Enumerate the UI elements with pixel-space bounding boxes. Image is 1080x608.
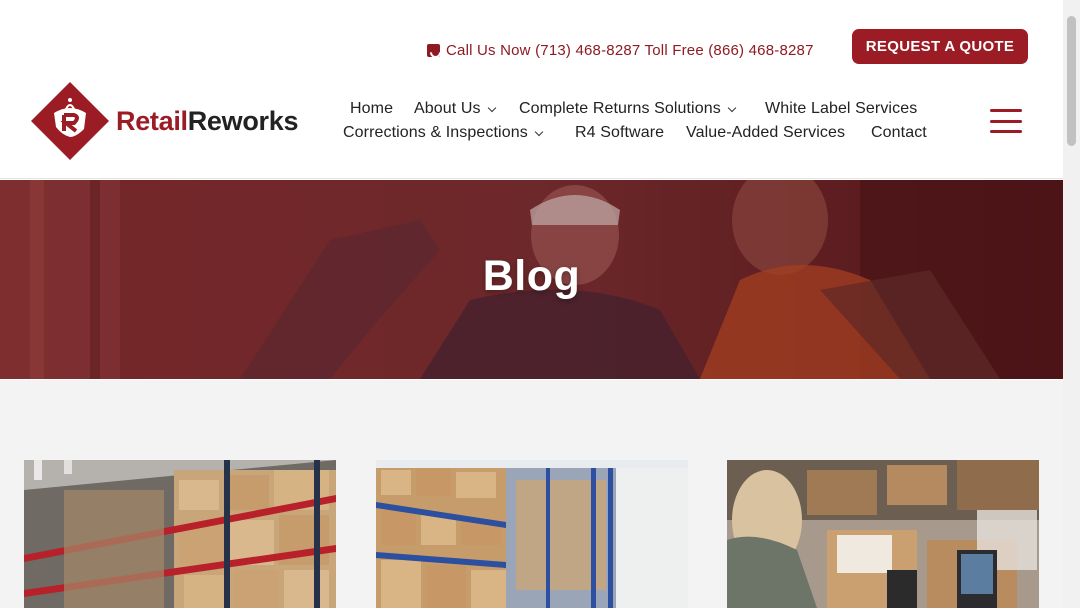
nav-contact-label: Contact bbox=[871, 124, 927, 141]
nav-r4-software[interactable]: R4 Software bbox=[575, 124, 664, 142]
nav-contact[interactable]: Contact bbox=[871, 124, 927, 142]
nav-home[interactable]: Home bbox=[350, 100, 393, 118]
page-scrollbar[interactable] bbox=[1063, 0, 1080, 608]
page-title: Blog bbox=[482, 252, 581, 300]
scrollbar-thumb[interactable] bbox=[1067, 16, 1076, 146]
hero-banner: Blog bbox=[0, 180, 1063, 379]
hamburger-menu-icon[interactable] bbox=[990, 109, 1022, 133]
nav-complete-returns-label: Complete Returns Solutions bbox=[519, 100, 721, 117]
nav-about-us[interactable]: About Us bbox=[414, 100, 496, 118]
nav-value-added-label: Value-Added Services bbox=[686, 124, 846, 141]
nav-white-label-label: White Label Services bbox=[765, 100, 918, 117]
site-header: Call Us Now (713) 468-8287 Toll Free (86… bbox=[0, 0, 1063, 179]
main-navigation: Home About Us Complete Returns Solutions… bbox=[0, 0, 1063, 179]
nav-complete-returns-solutions[interactable]: Complete Returns Solutions bbox=[519, 100, 737, 118]
nav-r4-software-label: R4 Software bbox=[575, 124, 665, 141]
chevron-down-icon bbox=[487, 103, 496, 112]
nav-home-label: Home bbox=[350, 100, 394, 117]
blog-card-image-2[interactable] bbox=[376, 460, 688, 608]
blog-card-image-3[interactable] bbox=[727, 460, 1039, 608]
nav-corrections-label: Corrections & Inspections bbox=[343, 124, 528, 141]
blog-posts-section bbox=[0, 380, 1063, 608]
nav-corrections-inspections[interactable]: Corrections & Inspections bbox=[343, 124, 544, 142]
nav-white-label-services[interactable]: White Label Services bbox=[765, 100, 917, 118]
page-viewport: Call Us Now (713) 468-8287 Toll Free (86… bbox=[0, 0, 1063, 608]
nav-value-added-services[interactable]: Value-Added Services bbox=[686, 124, 845, 142]
chevron-down-icon bbox=[534, 127, 544, 136]
chevron-down-icon bbox=[727, 103, 737, 112]
blog-card-image-1[interactable] bbox=[24, 460, 336, 608]
nav-about-us-label: About Us bbox=[414, 100, 481, 117]
